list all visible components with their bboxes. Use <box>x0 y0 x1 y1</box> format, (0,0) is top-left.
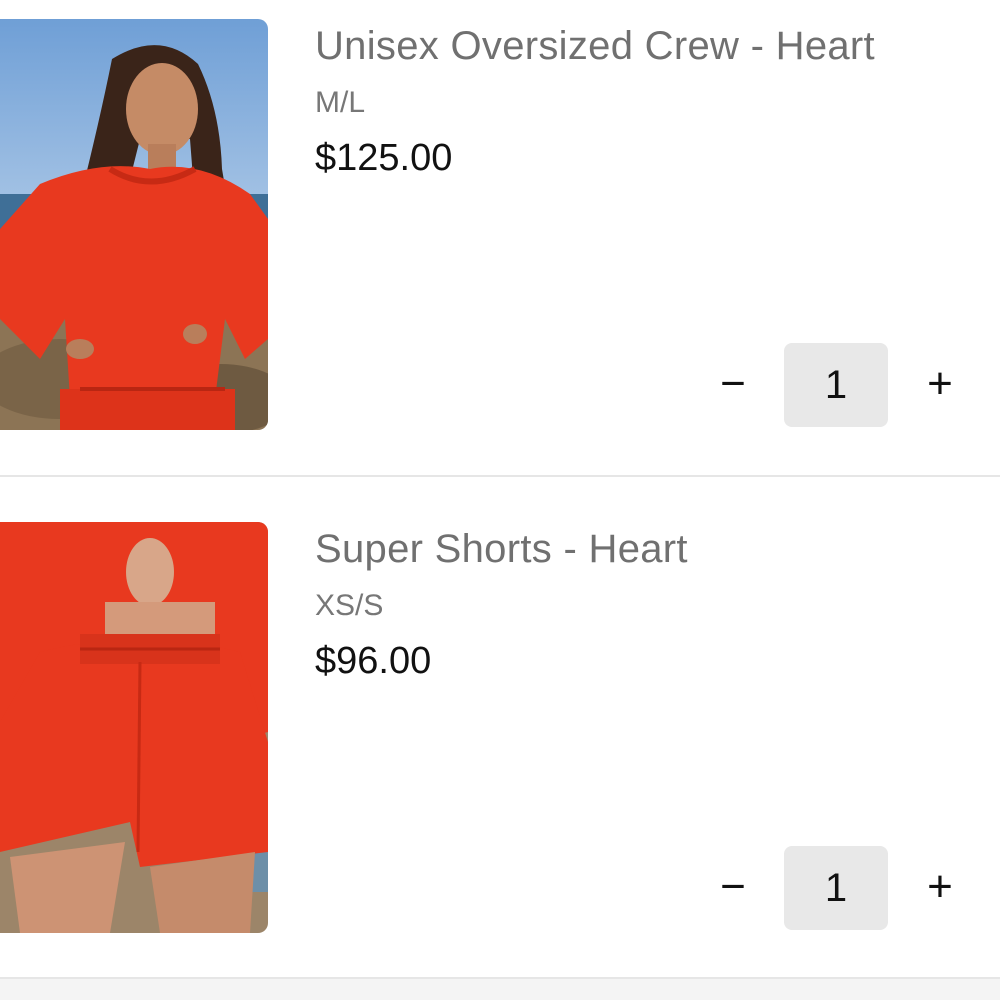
quantity-value[interactable]: 1 <box>784 846 888 930</box>
item-divider <box>0 475 1000 477</box>
product-variant: M/L <box>315 86 366 119</box>
product-photo-crewneck <box>0 19 268 430</box>
decrease-quantity-button[interactable]: − <box>710 356 756 412</box>
product-title[interactable]: Unisex Oversized Crew - Heart <box>315 24 875 69</box>
product-image[interactable] <box>0 19 268 430</box>
product-photo-shorts <box>0 522 268 933</box>
cart-item: Super Shorts - Heart XS/S $96.00 − 1 + <box>0 503 1000 979</box>
quantity-value[interactable]: 1 <box>784 343 888 427</box>
increase-quantity-button[interactable]: + <box>916 859 964 915</box>
cart-list: Unisex Oversized Crew - Heart M/L $125.0… <box>0 0 1000 1000</box>
product-title[interactable]: Super Shorts - Heart <box>315 527 688 572</box>
product-price: $96.00 <box>315 640 432 682</box>
decrease-quantity-button[interactable]: − <box>710 859 756 915</box>
product-image[interactable] <box>0 522 268 933</box>
product-price: $125.00 <box>315 137 453 179</box>
footer-strip <box>0 979 1000 1000</box>
increase-quantity-button[interactable]: + <box>916 356 964 412</box>
product-variant: XS/S <box>315 589 384 622</box>
cart-item: Unisex Oversized Crew - Heart M/L $125.0… <box>0 0 1000 477</box>
